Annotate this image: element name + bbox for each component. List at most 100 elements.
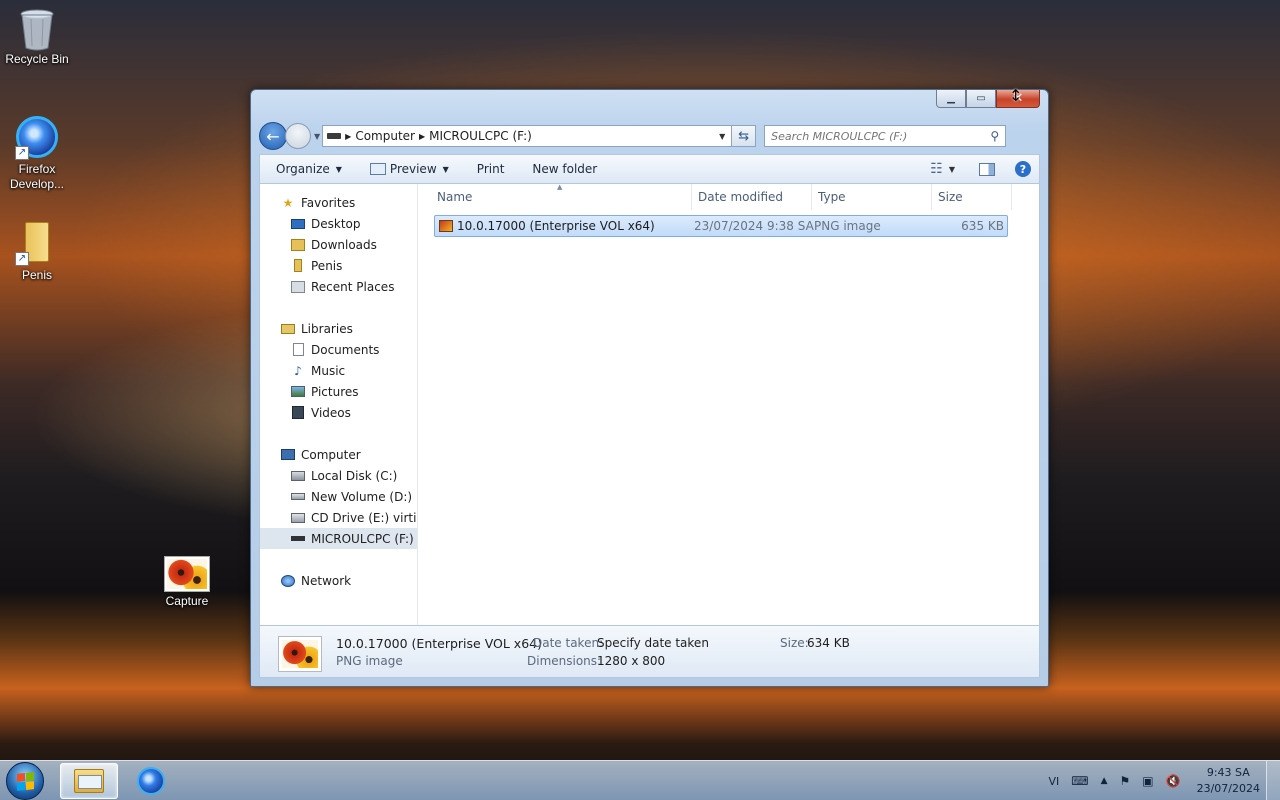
image-thumbnail-icon <box>282 640 318 668</box>
pictures-icon <box>290 385 306 399</box>
local-disk-icon <box>290 469 306 483</box>
nav-item-videos[interactable]: Videos <box>260 402 417 423</box>
file-row[interactable]: 10.0.17000 (Enterprise VOL x64) 23/07/20… <box>434 215 1008 237</box>
nav-label: Penis <box>311 258 343 273</box>
nav-item-desktop[interactable]: Desktop <box>260 213 417 234</box>
firefox-icon: ↗ <box>15 116 59 160</box>
taskbar: VI ⌨ ▲ ⚑ ▣ 🔇 9:43 SA 23/07/2024 <box>0 760 1280 800</box>
nav-item-music[interactable]: ♪ Music <box>260 360 417 381</box>
sort-ascending-icon: ▲ <box>557 183 563 191</box>
nav-item-documents[interactable]: Documents <box>260 339 417 360</box>
cd-drive-icon <box>290 511 306 525</box>
navigation-bar: ← ▼ ▶ Computer ▶ MICROULCPC (F:) ▼ ⇆ ⚲ <box>259 122 1040 150</box>
desktop-icon-capture[interactable]: Capture <box>150 556 224 609</box>
nav-label: Videos <box>311 405 351 420</box>
folder-icon <box>290 259 306 273</box>
refresh-icon: ⇆ <box>738 128 750 144</box>
nav-item-downloads[interactable]: Downloads <box>260 234 417 255</box>
desktop-icon-penis-folder[interactable]: ↗ Penis <box>0 222 74 283</box>
shortcut-arrow-icon: ↗ <box>15 252 29 266</box>
file-size: 635 KB <box>961 219 1004 233</box>
nav-computer[interactable]: Computer <box>260 444 417 465</box>
help-icon[interactable]: ? <box>1015 161 1031 177</box>
breadcrumb-drive[interactable]: MICROULCPC (F:) <box>429 129 532 143</box>
nav-item-local-disk-c[interactable]: Local Disk (C:) <box>260 465 417 486</box>
desktop-icon-label: Develop... <box>9 177 65 191</box>
desktop-icon <box>290 217 306 231</box>
details-dimensions-value: 1280 x 800 <box>597 654 666 668</box>
nav-label: Libraries <box>301 321 353 336</box>
views-dropdown[interactable]: ▼ <box>949 165 955 174</box>
nav-label: MICROULCPC (F:) <box>311 531 414 546</box>
taskbar-firefox-button[interactable] <box>122 763 180 799</box>
search-box[interactable]: ⚲ <box>764 125 1007 147</box>
action-center-flag-icon[interactable]: ⚑ <box>1120 774 1131 788</box>
desktop-icon-firefox[interactable]: ↗ Firefox Develop... <box>0 116 74 192</box>
show-hidden-icons-icon[interactable]: ▲ <box>1101 776 1108 786</box>
file-date-modified: 23/07/2024 9:38 SA <box>694 219 814 233</box>
refresh-button[interactable]: ⇆ <box>732 125 757 147</box>
usb-drive-icon <box>290 532 306 546</box>
desktop-icon-label: Recycle Bin <box>5 52 69 66</box>
nav-item-new-volume-d[interactable]: New Volume (D:) <box>260 486 417 507</box>
shortcut-arrow-icon: ↗ <box>15 146 29 160</box>
nav-favorites[interactable]: ★ Favorites <box>260 192 417 213</box>
volume-muted-icon[interactable]: 🔇 <box>1166 774 1181 788</box>
taskbar-explorer-button[interactable] <box>60 763 118 799</box>
recent-pages-dropdown[interactable]: ▼ <box>314 132 320 141</box>
command-bar: Organize ▼ Preview ▼ Print New folder ☷ … <box>259 154 1040 184</box>
print-label: Print <box>476 162 505 176</box>
column-label: Name <box>437 190 473 204</box>
network-tray-icon[interactable]: ▣ <box>1142 774 1153 788</box>
preview-button[interactable]: Preview ▼ <box>369 162 449 176</box>
windows-logo-icon <box>16 771 34 791</box>
column-label: Type <box>818 190 846 204</box>
search-input[interactable] <box>771 129 991 143</box>
maximize-button[interactable]: ▭ <box>966 90 996 108</box>
new-folder-button[interactable]: New folder <box>532 162 597 176</box>
address-dropdown[interactable]: ▼ <box>713 132 731 141</box>
back-button[interactable]: ← <box>259 122 287 150</box>
nav-libraries[interactable]: Libraries <box>260 318 417 339</box>
clock[interactable]: 9:43 SA 23/07/2024 <box>1197 765 1260 797</box>
details-date-taken-value[interactable]: Specify date taken <box>597 636 709 650</box>
details-size-value: 634 KB <box>807 636 850 650</box>
column-type[interactable]: Type <box>812 184 932 210</box>
downloads-folder-icon <box>290 238 306 252</box>
music-icon: ♪ <box>294 363 302 378</box>
nav-item-recent-places[interactable]: Recent Places <box>260 276 417 297</box>
star-icon: ★ <box>282 195 294 210</box>
column-date-modified[interactable]: Date modified <box>692 184 812 210</box>
search-icon[interactable]: ⚲ <box>990 129 999 143</box>
change-view-icon[interactable]: ☷ <box>930 161 943 177</box>
address-bar[interactable]: ▶ Computer ▶ MICROULCPC (F:) ▼ <box>322 125 733 147</box>
start-button[interactable] <box>6 762 44 800</box>
resize-cursor-icon: ↕ <box>1009 86 1023 105</box>
organize-button[interactable]: Organize ▼ <box>276 162 342 176</box>
preview-pane-icon[interactable] <box>979 162 995 176</box>
nav-item-penis[interactable]: Penis <box>260 255 417 276</box>
desktop-icon-label: Capture <box>165 594 209 608</box>
column-size[interactable]: Size <box>932 184 1012 210</box>
column-headers: ▲ Name Date modified Type Size <box>419 183 1039 210</box>
breadcrumb-separator-icon[interactable]: ▶ <box>345 132 351 141</box>
language-indicator[interactable]: VI <box>1049 775 1060 788</box>
details-dimensions-label: Dimensions: <box>527 654 602 668</box>
nav-label: Documents <box>311 342 380 357</box>
show-desktop-button[interactable] <box>1266 761 1280 800</box>
nav-network[interactable]: Network <box>260 570 417 591</box>
column-name[interactable]: Name <box>419 184 692 210</box>
computer-icon <box>280 448 296 462</box>
details-pane: 10.0.17000 (Enterprise VOL x64) PNG imag… <box>259 626 1040 678</box>
forward-button[interactable] <box>285 123 311 149</box>
desktop-icon-recycle-bin[interactable]: Recycle Bin <box>0 6 74 67</box>
nav-item-pictures[interactable]: Pictures <box>260 381 417 402</box>
nav-item-microulcpc-f[interactable]: MICROULCPC (F:) <box>260 528 417 549</box>
minimize-button[interactable]: ▁ <box>936 90 966 108</box>
breadcrumb-separator-icon[interactable]: ▶ <box>419 132 425 141</box>
nav-item-cd-drive-e[interactable]: CD Drive (E:) virtio-v <box>260 507 417 528</box>
caption-buttons: ▁ ▭ ✕ <box>936 90 1040 108</box>
breadcrumb-computer[interactable]: Computer <box>355 129 415 143</box>
print-button[interactable]: Print <box>477 162 505 176</box>
keyboard-icon[interactable]: ⌨ <box>1071 774 1088 788</box>
